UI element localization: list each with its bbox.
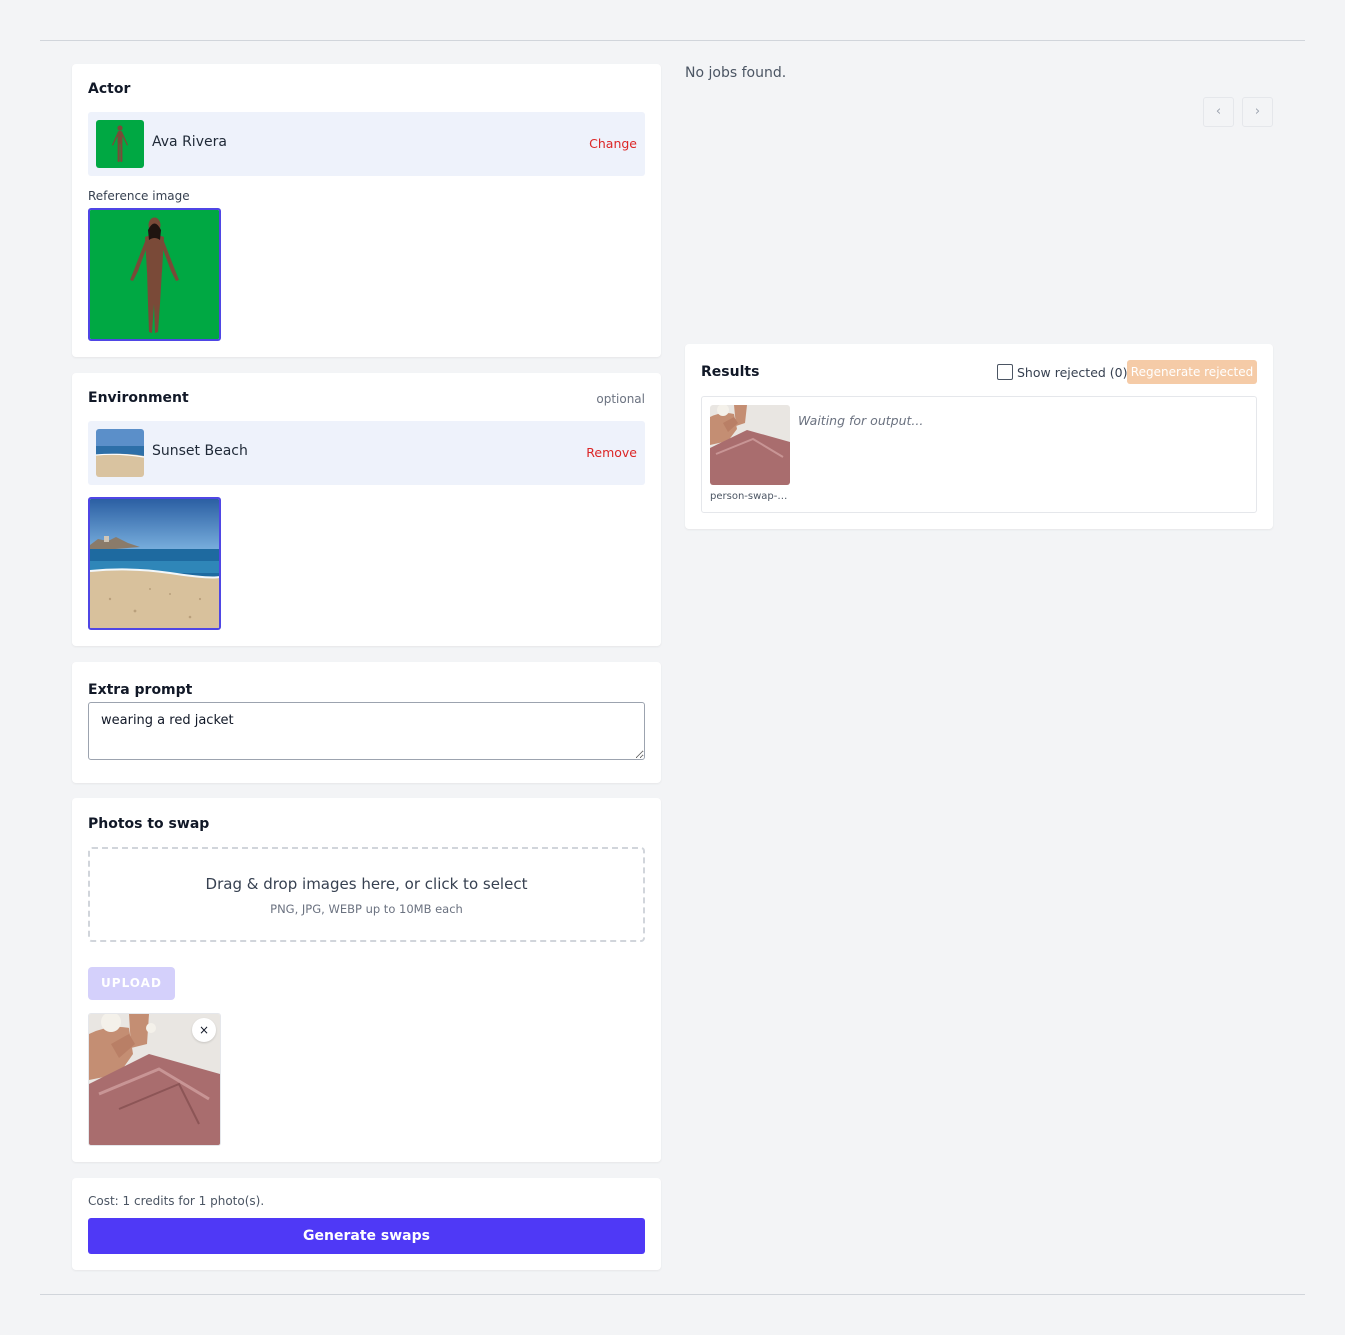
regenerate-rejected-button[interactable]: Regenerate rejected [1127, 360, 1257, 384]
show-rejected-checkbox[interactable] [997, 364, 1013, 380]
actor-avatar [96, 120, 144, 168]
result-item: person-swap-in... Waiting for output... [701, 396, 1257, 513]
remove-photo-button[interactable]: × [192, 1018, 216, 1042]
results-title: Results [701, 364, 760, 380]
extra-prompt-input[interactable] [88, 702, 645, 760]
show-rejected-toggle[interactable]: Show rejected (0) [997, 364, 1128, 380]
actor-selected-row: Ava Rivera Change [88, 112, 645, 176]
result-filename: person-swap-in... [710, 491, 790, 502]
change-actor-link[interactable]: Change [589, 136, 637, 151]
photos-card: Photos to swap Drag & drop images here, … [72, 798, 661, 1162]
upload-button[interactable]: UPLOAD [88, 967, 175, 1000]
extra-prompt-title: Extra prompt [88, 682, 193, 698]
show-rejected-label: Show rejected (0) [1017, 364, 1128, 380]
reference-image-label: Reference image [88, 189, 190, 203]
cost-text: Cost: 1 credits for 1 photo(s). [88, 1194, 265, 1208]
extra-prompt-card: Extra prompt [72, 662, 661, 783]
no-jobs-message: No jobs found. [685, 65, 787, 81]
environment-title: Environment [88, 390, 189, 406]
environment-thumbnail [96, 429, 144, 477]
environment-name: Sunset Beach [152, 443, 248, 459]
dropzone-file-types: PNG, JPG, WEBP up to 10MB each [270, 902, 463, 916]
actor-title: Actor [88, 81, 131, 97]
image-dropzone[interactable]: Drag & drop images here, or click to sel… [88, 847, 645, 942]
generate-swaps-button[interactable]: Generate swaps [88, 1218, 645, 1254]
photos-title: Photos to swap [88, 816, 210, 832]
actor-card: Actor Ava Rivera Change Reference image [72, 64, 661, 357]
environment-card: Environment optional Sunset Beach Remove [72, 373, 661, 646]
bottom-divider [40, 1294, 1305, 1295]
dropzone-instructions: Drag & drop images here, or click to sel… [205, 875, 528, 893]
photo-thumbnail: × [88, 1013, 221, 1146]
environment-reference-image[interactable] [88, 497, 221, 630]
optional-label: optional [596, 392, 645, 406]
actor-name: Ava Rivera [152, 134, 227, 150]
generate-card: Cost: 1 credits for 1 photo(s). Generate… [72, 1178, 661, 1270]
result-input-thumbnail[interactable] [710, 405, 790, 485]
results-card: Results Show rejected (0) Regenerate rej… [685, 344, 1273, 529]
top-divider [40, 40, 1305, 41]
next-page-button[interactable]: › [1242, 97, 1273, 127]
environment-selected-row: Sunset Beach Remove [88, 421, 645, 485]
actor-reference-image[interactable] [88, 208, 221, 341]
result-status: Waiting for output... [798, 413, 924, 428]
remove-environment-link[interactable]: Remove [586, 445, 637, 460]
prev-page-button[interactable]: ‹ [1203, 97, 1234, 127]
